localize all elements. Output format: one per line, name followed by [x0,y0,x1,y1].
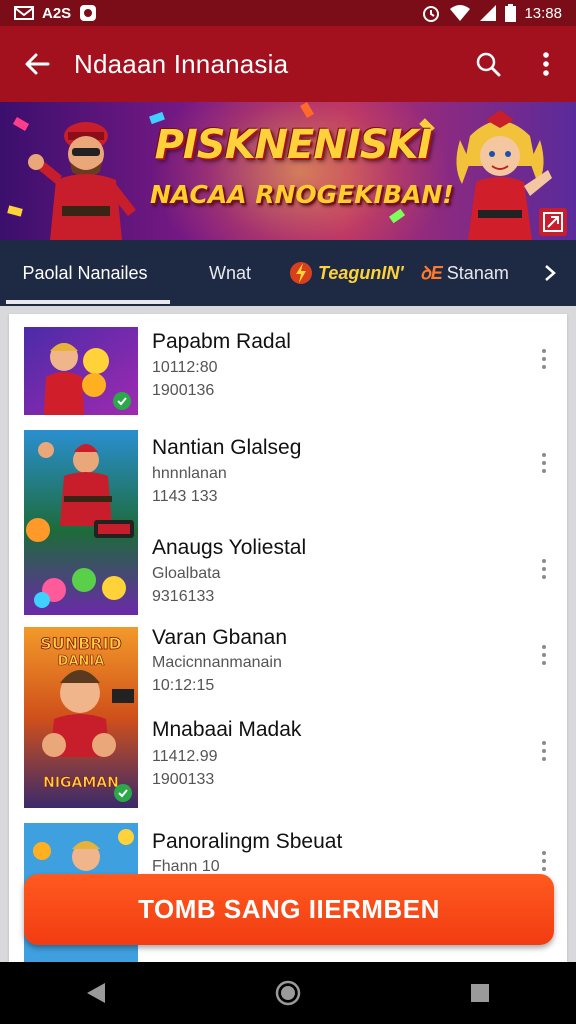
item-title: Mnabaai Madak [152,718,302,741]
list-item[interactable]: Mnabaai Madak 11412.99 1900133 [9,708,567,808]
primary-action-button[interactable]: TOMB SANG IIERMBEN [24,874,554,945]
list-item[interactable]: Anaugs Yoliestal Gloalbata 9316133 [9,524,567,619]
shield-app-icon [79,4,97,22]
status-time: 13:88 [524,4,562,22]
nav-home-icon [275,980,301,1006]
chevron-right-icon [545,265,556,281]
tab-stanam[interactable]: ꝺE Stanam [420,240,530,306]
more-vert-icon [543,52,549,76]
item-title: Papabm Radal [152,330,291,353]
item-more-button[interactable] [533,344,555,374]
page-title: Ndaaan Innanasia [74,48,289,79]
tab-label: Paolal Nanailes [22,262,148,283]
signal-icon [479,4,497,22]
item-more-button[interactable] [533,554,555,584]
tab-wnat[interactable]: Wnat [170,240,290,306]
banner-subtitle: NACAA RNOGEKIBAN! [150,180,454,209]
back-button[interactable] [0,26,74,102]
tabs-next-button[interactable] [530,240,570,306]
item-meta: 9316133 [152,588,215,605]
item-subtitle: 10112:80 [152,359,218,376]
tab-label: TeagunIN' [318,262,404,283]
battery-icon [505,4,517,22]
item-more-button[interactable] [533,736,555,766]
list-item[interactable]: Varan Gbanan Macicnnanmanain 10:12:15 [9,616,567,706]
status-bar: A2S 13:88 [0,0,576,26]
mail-icon [14,5,34,21]
list-item[interactable]: Papabm Radal 10112:80 1900136 [9,314,567,414]
nav-back-button[interactable] [66,968,126,1018]
nav-recents-icon [471,984,489,1002]
item-more-button[interactable] [533,448,555,478]
item-more-button[interactable] [533,846,555,876]
banner-title: PISKNENISKI [154,122,433,168]
app-bar: Ndaaan Innanasia [0,26,576,102]
item-meta: 1900133 [152,771,215,788]
item-meta: 1143 133 [152,488,218,505]
tab-label: Stanam [446,262,509,283]
item-title: Varan Gbanan [152,626,288,649]
banner-character-left [28,122,136,240]
list-item[interactable]: Nantian Glalseg hnnnlanan 1143 133 [9,422,567,517]
nav-recents-button[interactable] [450,968,510,1018]
search-icon [476,52,501,77]
tab-label: Wnat [208,262,251,283]
more-options-button[interactable] [516,26,576,102]
item-title: Nantian Glalseg [152,436,302,459]
tab-paolal-nanailes[interactable]: Paolal Nanailes [0,240,170,306]
promo-banner[interactable]: PISKNENISKI NACAA RNOGEKIBAN! [0,102,576,240]
item-more-button[interactable] [533,640,555,670]
system-nav-bar [0,962,576,1024]
tab-bar: Paolal Nanailes Wnat TeagunIN' ꝺE Stanam [0,240,576,306]
item-meta: 1900136 [152,382,215,399]
item-subtitle: hnnnlanan [152,465,227,482]
lightning-icon [290,262,312,284]
item-title: Panoralingm Sbeuat [152,830,343,853]
game-list: SUNBRID DANIA NIGAMAN Papabm Radal 10112… [9,314,567,964]
tab-teagunin[interactable]: TeagunIN' [290,240,420,306]
banner-badge-icon[interactable] [539,208,567,236]
item-subtitle: Gloalbata [152,565,221,582]
item-subtitle: Macicnnanmanain [152,654,282,671]
nav-back-icon [87,983,105,1003]
item-meta: 10:12:15 [152,677,215,694]
back-arrow-icon [25,53,50,75]
alarm-icon [421,3,441,23]
nav-home-button[interactable] [258,968,318,1018]
item-subtitle: 11412.99 [152,748,218,765]
item-title: Anaugs Yoliestal [152,536,307,559]
status-left-text: A2S [42,4,72,22]
tab-prefix: ꝺE [420,263,443,283]
wifi-icon [449,4,471,22]
search-button[interactable] [460,26,516,102]
